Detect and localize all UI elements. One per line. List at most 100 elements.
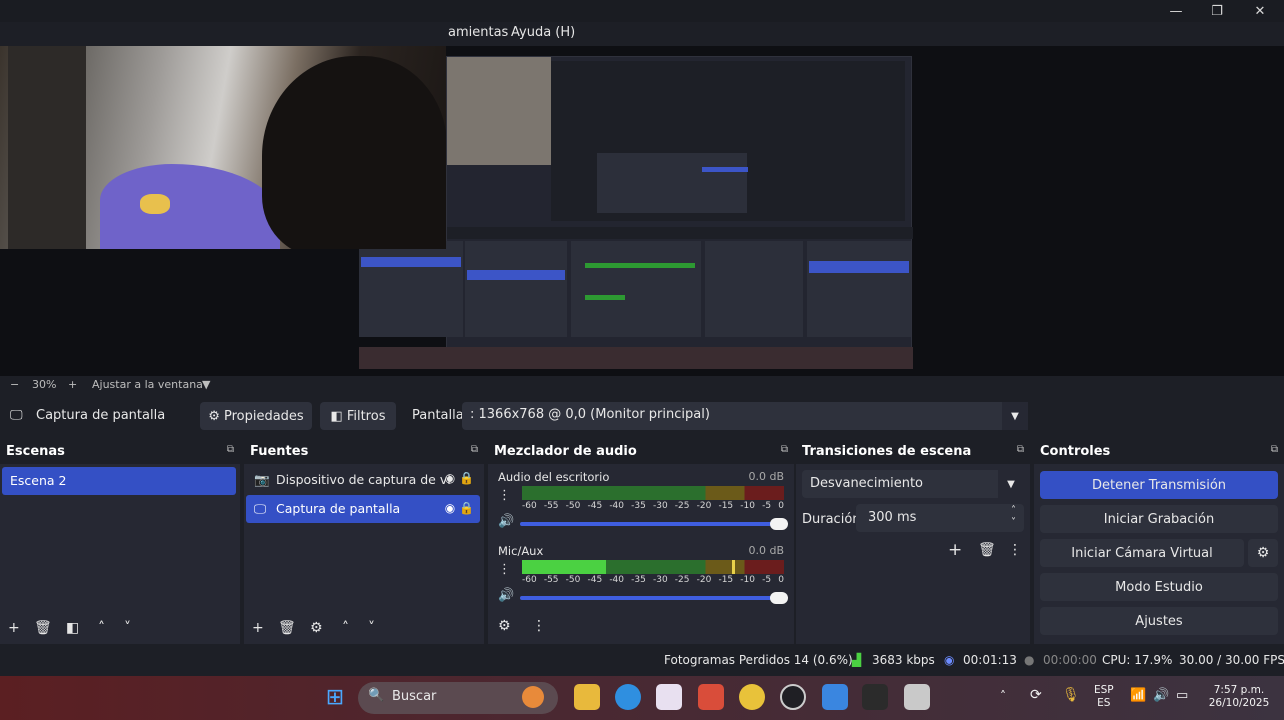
app-icon[interactable] — [904, 684, 930, 710]
undock-icon[interactable]: ⧉ — [471, 444, 478, 455]
gear-icon[interactable]: ⚙ — [310, 620, 323, 636]
wifi-icon[interactable]: 📶 — [1130, 689, 1146, 702]
gear-icon: ⚙ — [208, 408, 220, 424]
channel-name: Audio del escritorio — [498, 470, 610, 484]
tick-label: -5 — [762, 575, 772, 585]
filter-icon: ◧ — [330, 408, 343, 424]
obs-icon[interactable] — [780, 684, 806, 710]
chevron-up-icon[interactable]: ˄ — [342, 620, 349, 636]
more-options-icon[interactable]: ⋮ — [532, 618, 546, 634]
trash-icon[interactable]: 🗑 — [278, 620, 296, 636]
tick-label: -25 — [674, 501, 690, 511]
volume-slider[interactable] — [520, 592, 788, 604]
scene-item[interactable]: Escena 2 — [2, 467, 236, 495]
transitions-title: Transiciones de escena — [802, 444, 972, 459]
sync-icon[interactable]: ⟳ — [1030, 688, 1042, 702]
properties-button[interactable]: ⚙ Propiedades — [200, 402, 312, 430]
trash-icon[interactable]: 🗑 — [978, 542, 996, 558]
studio-mode-button[interactable]: Modo Estudio — [1040, 573, 1278, 601]
terminal-icon[interactable] — [862, 684, 888, 710]
language-sub-label: ES — [1097, 697, 1111, 709]
selected-source-name: Captura de pantalla — [36, 408, 166, 423]
menu-help[interactable]: Ayuda (H) — [511, 25, 575, 40]
speaker-icon[interactable]: 🔊 — [498, 588, 514, 603]
chevron-down-icon[interactable]: ▼ — [202, 378, 210, 391]
duration-label: Duración — [802, 512, 861, 527]
undock-icon[interactable]: ⧉ — [227, 444, 234, 455]
photos-icon[interactable] — [822, 684, 848, 710]
add-icon[interactable]: + — [8, 620, 20, 636]
chrome-icon[interactable] — [739, 684, 765, 710]
edge-icon[interactable] — [615, 684, 641, 710]
chevron-down-icon[interactable]: ˅ — [124, 620, 131, 636]
display-select[interactable]: : 1366x768 @ 0,0 (Monitor principal) ▼ — [462, 402, 1028, 430]
nested-screen-capture — [359, 56, 913, 369]
undock-icon[interactable]: ⧉ — [1271, 444, 1278, 455]
volume-icon[interactable]: 🔊 — [1153, 689, 1169, 702]
file-explorer-icon[interactable] — [574, 684, 600, 710]
undock-icon[interactable]: ⧉ — [781, 444, 788, 455]
stepper-icon[interactable]: ˄ ˅ — [1011, 505, 1016, 529]
speaker-icon[interactable]: 🔊 — [498, 514, 514, 529]
scene-transitions-dock: Transiciones de escena ⧉ Desvanecimiento… — [796, 440, 1030, 644]
chevron-up-icon[interactable]: ˄ — [98, 620, 105, 636]
channel-name: Mic/Aux — [498, 544, 544, 558]
tick-label: -20 — [696, 575, 712, 585]
channel-db: 0.0 dB — [748, 544, 784, 557]
tick-label: -15 — [718, 575, 734, 585]
minimize-button[interactable]: — — [1156, 0, 1196, 22]
settings-button[interactable]: Ajustes — [1040, 607, 1278, 635]
stop-stream-button[interactable]: Detener Transmisión — [1040, 471, 1278, 499]
tick-label: 0 — [778, 575, 784, 585]
mixer-title: Mezclador de audio — [494, 444, 637, 459]
windows-start-icon[interactable]: ⊞ — [322, 684, 348, 710]
mixer-settings-icon[interactable]: ⚙ — [498, 618, 511, 634]
clock-time: 7:57 p.m. — [1213, 684, 1265, 696]
microphone-icon[interactable]: 🎙 — [1062, 688, 1080, 702]
sources-title: Fuentes — [250, 444, 309, 459]
preview-canvas[interactable] — [0, 46, 1284, 376]
filter-icon[interactable]: ◧ — [66, 620, 79, 636]
more-options-icon[interactable]: ⋮ — [1008, 542, 1022, 558]
eye-lock-icons[interactable]: ◉ 🔒 — [445, 501, 474, 515]
more-options-icon[interactable]: ⋮ — [498, 488, 511, 503]
duration-input[interactable]: 300 ms ˄ ˅ — [856, 504, 1024, 532]
maximize-button[interactable]: ❐ — [1197, 0, 1237, 22]
taskbar-search[interactable]: 🔍 Buscar — [358, 682, 558, 714]
tick-label: -5 — [762, 501, 772, 511]
stream-time: 00:01:13 — [963, 653, 1017, 667]
menu-tools[interactable]: amientas — [448, 25, 508, 40]
source-item[interactable]: 📷 Dispositivo de captura de vi ◉ 🔒 — [246, 467, 480, 493]
filters-button[interactable]: ◧ Filtros — [320, 402, 396, 430]
zoom-in-button[interactable]: + — [68, 378, 77, 391]
chevron-down-icon[interactable]: ˅ — [368, 620, 375, 636]
eye-lock-icons[interactable]: ◉ 🔒 — [445, 471, 474, 485]
chevron-up-icon[interactable]: ˄ — [1000, 690, 1006, 703]
scenes-title: Escenas — [6, 444, 65, 459]
start-virtual-camera-button[interactable]: Iniciar Cámara Virtual — [1040, 539, 1244, 567]
battery-icon[interactable]: ▭ — [1176, 689, 1188, 702]
gear-icon: ⚙ — [1256, 545, 1270, 561]
more-options-icon[interactable]: ⋮ — [498, 562, 511, 577]
clock[interactable]: 7:57 p.m. 26/10/2025 — [1204, 684, 1274, 710]
add-icon[interactable]: + — [948, 540, 962, 560]
add-icon[interactable]: + — [252, 620, 264, 636]
store-icon[interactable] — [656, 684, 682, 710]
zoom-out-button[interactable]: − — [10, 378, 19, 391]
fit-to-window-label[interactable]: Ajustar a la ventana — [92, 378, 203, 391]
controls-header: Controles ⧉ — [1034, 440, 1284, 464]
close-button[interactable]: ✕ — [1240, 0, 1280, 22]
stream-icon: ◉ — [944, 653, 955, 667]
audio-mixer-dock: Mezclador de audio ⧉ Audio del escritori… — [488, 440, 794, 644]
virtual-camera-settings-button[interactable]: ⚙ — [1248, 539, 1278, 567]
start-recording-button[interactable]: Iniciar Grabación — [1040, 505, 1278, 533]
undock-icon[interactable]: ⧉ — [1017, 444, 1024, 455]
volume-slider[interactable] — [520, 518, 788, 530]
trash-icon[interactable]: 🗑 — [34, 620, 52, 636]
app-icon[interactable] — [698, 684, 724, 710]
signal-icon: ▟ — [852, 653, 862, 667]
language-indicator[interactable]: ESP ES — [1094, 684, 1114, 710]
transition-select[interactable]: Desvanecimiento ▼ — [802, 470, 1024, 498]
chevron-down-icon: ▼ — [1002, 402, 1028, 430]
source-item-selected[interactable]: 🖵 Captura de pantalla ◉ 🔒 — [246, 495, 480, 523]
